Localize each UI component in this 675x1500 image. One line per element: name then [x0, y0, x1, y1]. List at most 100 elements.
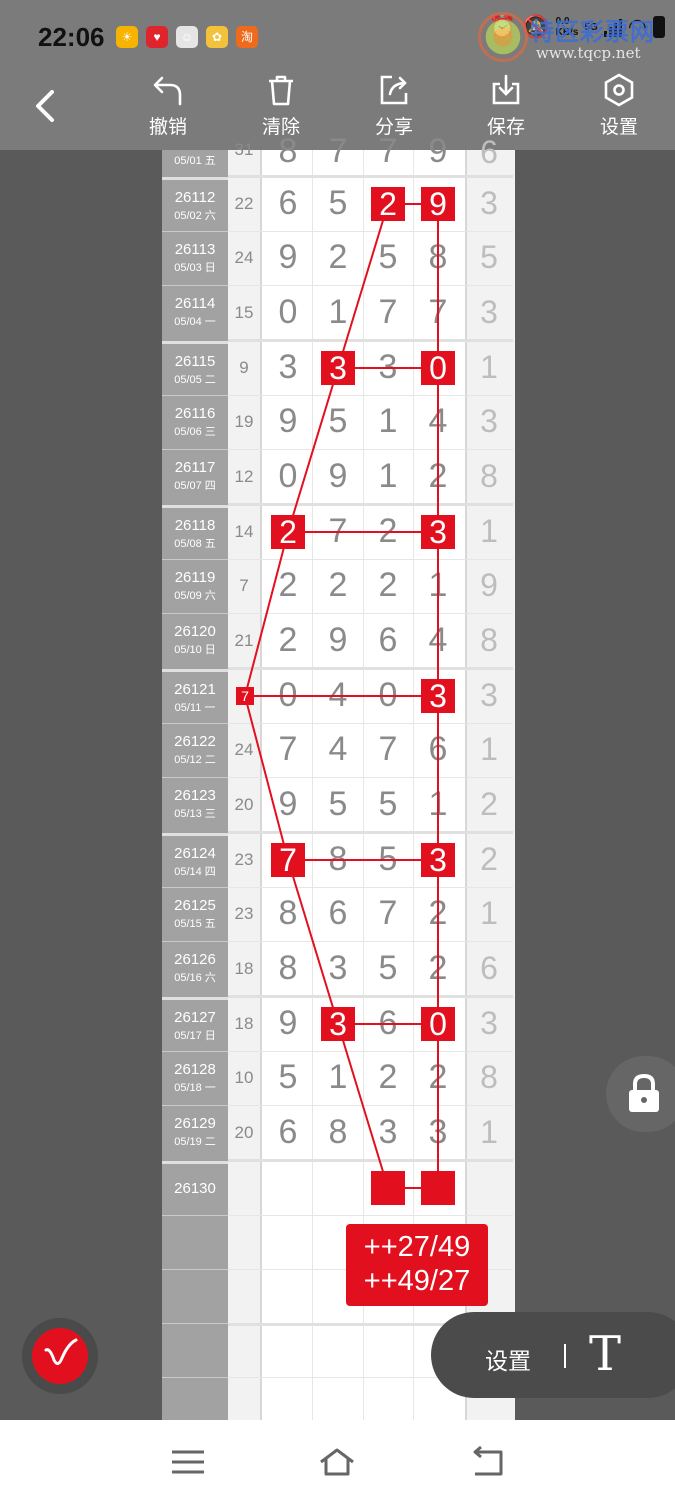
digit-cell: 4 [328, 730, 348, 768]
issue-date: 05/17 日 [174, 1030, 216, 1042]
issue-cell: 26114 05/04 一 [162, 285, 228, 342]
digit-cell: 7 [328, 132, 348, 170]
digit-cell: 9 [328, 621, 348, 659]
settings-button[interactable]: 设置 [587, 72, 651, 144]
issue-date: 05/09 六 [174, 590, 216, 602]
issue-date: 05/07 四 [174, 480, 216, 492]
highlight-cell: 3 [321, 1007, 355, 1041]
last-value: 6 [480, 134, 498, 170]
issue-cell: 26127 05/17 日 [162, 997, 228, 1054]
last-value: 6 [480, 950, 498, 986]
highlight-cell [371, 1171, 405, 1205]
issue-date: 05/03 日 [174, 262, 216, 274]
issue-number: 26121 [174, 681, 216, 698]
digit-cell: 6 [278, 1113, 298, 1151]
sum-value: 18 [234, 959, 254, 978]
row-divider [228, 503, 513, 506]
issue-cell: 26121 05/11 一 [162, 669, 228, 726]
digit-cell: 9 [278, 1004, 298, 1042]
watermark-url: www.tqcp.net [536, 44, 641, 62]
floating-settings-button[interactable]: 设置 [485, 1342, 531, 1376]
row-divider [228, 831, 513, 834]
home-icon[interactable] [317, 1446, 357, 1478]
highlight-cell: 3 [321, 351, 355, 385]
digit-cell: 3 [428, 1113, 448, 1151]
system-nav-bar [0, 1420, 675, 1500]
sum-value: 20 [234, 795, 254, 814]
issue-number: 26124 [174, 845, 216, 862]
digit-cell: 4 [328, 676, 348, 714]
row-divider [228, 941, 513, 942]
sum-value: 23 [234, 850, 254, 869]
issue-number: 26122 [174, 733, 216, 750]
digit-cell: 0 [278, 676, 298, 714]
issue-number: 26123 [174, 787, 216, 804]
issue-cell: 26130 [162, 1161, 228, 1218]
undo-icon [153, 76, 182, 106]
issue-cell: 26124 05/14 四 [162, 833, 228, 890]
issue-date: 05/13 三 [174, 808, 216, 820]
app-notification-icon: ☺ [176, 26, 198, 48]
digit-cell: 6 [328, 894, 348, 932]
highlight-cell: 2 [371, 187, 405, 221]
digit-cell: 2 [328, 566, 348, 604]
menu-icon[interactable] [168, 1446, 208, 1478]
digit-cell: 5 [378, 949, 398, 987]
digit-cell: 2 [278, 566, 298, 604]
digit-cell: 7 [378, 730, 398, 768]
clock: 22:06 [38, 22, 105, 52]
sum-value: 24 [234, 248, 254, 267]
issue-number: 26130 [174, 1180, 216, 1197]
last-value: 1 [480, 349, 498, 385]
digit-cell: 3 [378, 348, 398, 386]
divider [564, 1344, 566, 1368]
digit-cell: 2 [278, 621, 298, 659]
sum-value: 15 [234, 303, 254, 322]
result-line: ++27/49 [363, 1231, 471, 1263]
digit-cell: 7 [428, 293, 448, 331]
issue-number: 26128 [174, 1061, 216, 1078]
issue-date: 05/10 日 [174, 644, 216, 656]
digit-cell: 7 [378, 132, 398, 170]
digit-cell: 9 [328, 457, 348, 495]
back-nav-icon[interactable] [467, 1446, 507, 1478]
highlight-cell: 3 [421, 843, 455, 877]
digit-cell: 0 [278, 293, 298, 331]
issue-date: 05/19 二 [174, 1136, 216, 1148]
sum-value: 23 [234, 904, 254, 923]
trash-icon [269, 75, 293, 106]
last-value: 3 [480, 185, 498, 221]
digit-cell: 9 [278, 238, 298, 276]
issue-cell: 26115 05/05 二 [162, 341, 228, 398]
issue-number: 26114 [174, 295, 216, 312]
highlight-cell: 0 [421, 1007, 455, 1041]
issue-date: 05/04 一 [174, 316, 216, 328]
digit-cell: 6 [378, 621, 398, 659]
result-line: ++49/27 [363, 1265, 471, 1297]
issue-number: 26125 [174, 897, 216, 914]
left-margin [0, 150, 162, 1420]
digit-cell: 5 [328, 184, 348, 222]
back-button[interactable] [28, 86, 68, 126]
digit-cell: 8 [328, 1113, 348, 1151]
issue-cell: 26125 05/15 五 [162, 887, 228, 942]
sum-value: 9 [239, 358, 249, 377]
issue-date: 05/01 五 [174, 155, 216, 167]
digit-cell: 6 [278, 184, 298, 222]
issue-date: 05/11 一 [174, 702, 216, 714]
text-tool-icon[interactable]: T [589, 1326, 621, 1382]
lock-button[interactable] [606, 1056, 675, 1132]
digit-cell: 2 [428, 949, 448, 987]
issue-number: 26115 [174, 353, 216, 370]
row-divider [228, 1215, 513, 1216]
row-divider [228, 667, 513, 670]
pen-tool-button[interactable] [22, 1318, 98, 1394]
issue-number: 26113 [174, 241, 216, 258]
last-value: 2 [480, 786, 498, 822]
sum-value: 18 [234, 1014, 254, 1033]
digit-cell: 8 [428, 238, 448, 276]
row-divider [228, 175, 513, 178]
digit-cell: 5 [278, 1058, 298, 1096]
digit-cell: 5 [378, 238, 398, 276]
digit-cell: 1 [428, 785, 448, 823]
